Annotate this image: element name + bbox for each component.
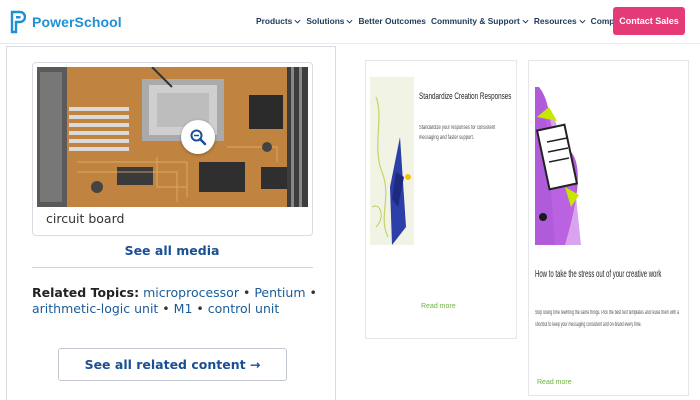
nav-solutions[interactable]: Solutions bbox=[306, 16, 353, 26]
ad-headline[interactable]: How to take the stress out of your creat… bbox=[535, 269, 661, 280]
topic-link-pentium[interactable]: Pentium bbox=[254, 285, 305, 300]
ad-card[interactable]: How to take the stress out of your creat… bbox=[528, 60, 689, 396]
ad-body: Stop losing time rewriting the same thin… bbox=[535, 310, 680, 328]
chevron-down-icon bbox=[522, 19, 529, 24]
ad-image bbox=[370, 77, 414, 245]
page: PowerSchool Products Solutions Better Ou… bbox=[0, 0, 700, 400]
nav-label: Products bbox=[256, 16, 293, 26]
circuit-board-image bbox=[37, 67, 308, 207]
ad-card[interactable]: Standardize Creation Responses Standardi… bbox=[365, 60, 517, 339]
nav-label: Solutions bbox=[306, 16, 345, 26]
magnifier-icon bbox=[190, 129, 207, 146]
topic-link-m1[interactable]: M1 bbox=[174, 301, 193, 316]
divider bbox=[32, 267, 313, 268]
nav-better-outcomes[interactable]: Better Outcomes bbox=[358, 16, 425, 26]
nav-products[interactable]: Products bbox=[256, 16, 301, 26]
nav-label: Community & Support bbox=[430, 16, 520, 26]
nav-community-support[interactable]: Community & Support bbox=[431, 16, 529, 26]
separator: • bbox=[242, 285, 255, 300]
ad-link[interactable]: Read more bbox=[537, 379, 572, 386]
nav-label: Better Outcomes bbox=[358, 16, 426, 26]
ad-link[interactable]: Read more bbox=[421, 303, 456, 310]
chevron-down-icon bbox=[294, 19, 301, 24]
ad-body: Standardize your responses for consisten… bbox=[419, 125, 496, 141]
related-topics-label: Related Topics: bbox=[32, 285, 140, 300]
ad-image bbox=[535, 77, 581, 245]
separator: • bbox=[309, 285, 317, 300]
main-nav: Products Solutions Better Outcomes Commu… bbox=[256, 16, 638, 26]
site-header: PowerSchool Products Solutions Better Ou… bbox=[0, 0, 700, 44]
topic-link-arithmetic-logic-unit[interactable]: arithmetic-logic unit bbox=[32, 301, 158, 316]
ad-headline[interactable]: Standardize Creation Responses bbox=[419, 91, 511, 101]
topic-link-control-unit[interactable]: control unit bbox=[208, 301, 280, 316]
zoom-button[interactable] bbox=[181, 120, 215, 154]
see-all-related-button[interactable]: See all related content → bbox=[58, 348, 287, 381]
contact-sales-button[interactable]: Contact Sales bbox=[613, 7, 685, 35]
see-all-media-link[interactable]: See all media bbox=[7, 243, 337, 258]
media-card[interactable]: circuit board bbox=[32, 62, 313, 236]
powerschool-logo-icon bbox=[10, 10, 26, 34]
separator: • bbox=[196, 300, 208, 316]
separator: • bbox=[162, 300, 174, 316]
chevron-down-icon bbox=[579, 19, 586, 24]
nav-resources[interactable]: Resources bbox=[534, 16, 586, 26]
related-topics: Related Topics: microprocessor • Pentium… bbox=[32, 285, 322, 316]
topic-link-microprocessor[interactable]: microprocessor bbox=[143, 285, 239, 300]
powerschool-logo[interactable]: PowerSchool bbox=[10, 8, 122, 36]
media-sidebar: circuit board See all media Related Topi… bbox=[6, 46, 336, 400]
chevron-down-icon bbox=[346, 19, 353, 24]
nav-label: Resources bbox=[533, 16, 577, 26]
media-caption: circuit board bbox=[46, 211, 125, 226]
brand-name: PowerSchool bbox=[32, 14, 122, 30]
